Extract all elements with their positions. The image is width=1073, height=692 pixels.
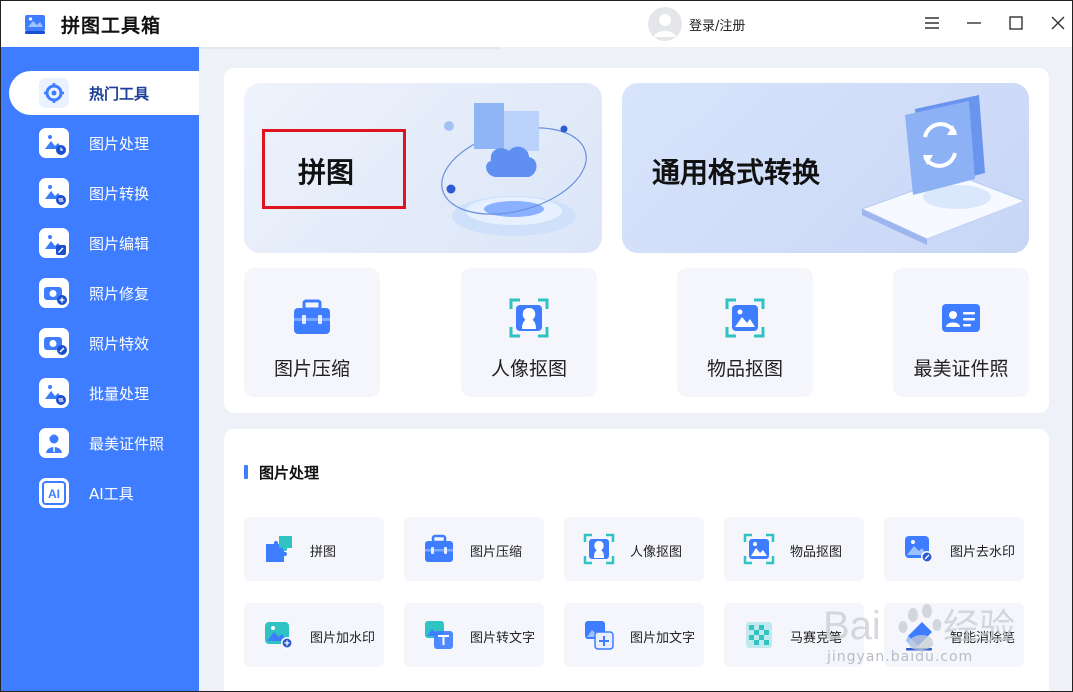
puzzle-3d-icon	[441, 103, 587, 236]
tool-card-object-cutout[interactable]: 物品抠图	[677, 268, 813, 397]
format-convert-3d-icon	[860, 95, 1027, 245]
tool-remove-watermark[interactable]: 图片去水印	[884, 517, 1024, 581]
tool-label: 图片转文字	[470, 631, 536, 646]
tool-image-to-text[interactable]: 图片转文字	[404, 603, 544, 667]
tool-image-compress[interactable]: 图片压缩	[404, 517, 544, 581]
hero-card-format-convert[interactable]: 通用格式转换	[622, 83, 1029, 253]
tool-label: 图片加水印	[310, 631, 376, 646]
camera-magic-icon	[39, 328, 69, 358]
image-convert-icon	[39, 178, 69, 208]
svg-text:AI: AI	[48, 487, 60, 501]
puzzle-icon	[266, 536, 292, 562]
object-cutout-icon	[725, 298, 765, 338]
sidebar-item-ai-tools[interactable]: AI AI工具	[9, 471, 199, 515]
user-icon	[654, 14, 676, 37]
sidebar-item-image-processing[interactable]: 图片处理	[9, 121, 199, 165]
content-divider	[201, 47, 501, 49]
tool-image-add-text[interactable]: 图片加文字	[564, 603, 704, 667]
watermark-url: jingyan.baidu.com	[827, 649, 974, 665]
image-clock-icon	[39, 128, 69, 158]
tool-label: 智能消除笔	[950, 631, 1016, 646]
tool-card-label: 图片压缩	[273, 358, 350, 380]
toolbox-icon	[425, 534, 453, 562]
camera-plus-icon	[39, 278, 69, 308]
tool-label: 图片加文字	[630, 631, 696, 646]
sidebar-item-label: 批量处理	[89, 385, 150, 403]
app-window: 拼图工具箱 登录/注册 热门工具 图片处理 图片转换 图片编辑 照片修复 照片特…	[0, 0, 1073, 692]
tool-label: 图片去水印	[950, 545, 1016, 560]
tool-label: 马赛克笔	[790, 631, 843, 646]
image-batch-icon	[39, 378, 69, 408]
sidebar-item-label: AI工具	[89, 485, 134, 503]
maximize-icon[interactable]	[1006, 13, 1026, 33]
sidebar-item-id-photo[interactable]: 最美证件照	[9, 421, 199, 465]
tool-card-portrait-cutout[interactable]: 人像抠图	[461, 268, 597, 397]
section-title: 图片处理	[259, 464, 320, 482]
toolbox-icon	[294, 299, 330, 334]
id-person-icon	[39, 428, 69, 458]
image-add-text-icon	[585, 621, 614, 650]
hero-format-label: 通用格式转换	[652, 156, 821, 189]
sidebar-item-label: 照片修复	[89, 285, 150, 303]
portrait-cutout-icon	[583, 533, 615, 565]
sidebar: 热门工具 图片处理 图片转换 图片编辑 照片修复 照片特效 批量处理 最美证件照…	[1, 47, 199, 691]
sidebar-item-label: 图片编辑	[89, 235, 150, 253]
tool-object-cutout[interactable]: 物品抠图	[724, 517, 864, 581]
sidebar-item-image-convert[interactable]: 图片转换	[9, 171, 199, 215]
tool-card-image-compress[interactable]: 图片压缩	[244, 268, 380, 397]
mosaic-icon	[746, 622, 772, 648]
close-icon[interactable]	[1048, 13, 1068, 33]
smart-eraser-icon	[906, 622, 932, 651]
tool-card-label: 人像抠图	[490, 358, 567, 380]
sidebar-item-hot-tools[interactable]: 热门工具	[9, 71, 199, 115]
image-watermark-add-icon	[265, 622, 293, 649]
image-edit-icon	[39, 228, 69, 258]
sidebar-item-photo-effects[interactable]: 照片特效	[9, 321, 199, 365]
sidebar-item-label: 图片转换	[89, 185, 150, 203]
tool-label: 人像抠图	[630, 545, 683, 560]
tool-label: 图片压缩	[470, 545, 523, 560]
sidebar-item-label: 热门工具	[89, 85, 150, 103]
tool-add-watermark[interactable]: 图片加水印	[244, 603, 384, 667]
tool-card-label: 最美证件照	[913, 358, 1009, 380]
app-title: 拼图工具箱	[61, 15, 162, 37]
tool-label: 拼图	[310, 545, 337, 560]
title-bar: 拼图工具箱 登录/注册	[1, 1, 1072, 47]
tool-card-id-photo[interactable]: 最美证件照	[893, 268, 1029, 397]
highlight-box	[262, 129, 406, 209]
sidebar-item-image-edit[interactable]: 图片编辑	[9, 221, 199, 265]
sidebar-item-label: 图片处理	[89, 135, 150, 153]
tool-label: 物品抠图	[790, 545, 843, 560]
portrait-cutout-icon	[509, 298, 549, 338]
tool-puzzle[interactable]: 拼图	[244, 517, 384, 581]
app-logo-icon	[25, 15, 45, 34]
sidebar-item-label: 照片特效	[89, 335, 150, 353]
menu-icon[interactable]	[922, 13, 942, 33]
tool-card-label: 物品抠图	[706, 358, 783, 380]
avatar[interactable]	[648, 7, 682, 41]
sidebar-item-batch[interactable]: 批量处理	[9, 371, 199, 415]
image-watermark-remove-icon	[905, 536, 933, 563]
sidebar-item-photo-repair[interactable]: 照片修复	[9, 271, 199, 315]
id-card-icon	[942, 304, 980, 332]
gear-tools-icon	[39, 78, 69, 108]
sidebar-item-label: 最美证件照	[89, 435, 165, 453]
minimize-icon[interactable]	[964, 13, 984, 33]
ai-icon: AI	[39, 478, 69, 508]
section-accent-bar	[244, 465, 248, 479]
object-cutout-icon	[743, 533, 775, 565]
tool-portrait-cutout[interactable]: 人像抠图	[564, 517, 704, 581]
image-to-text-icon	[425, 621, 453, 649]
login-link[interactable]: 登录/注册	[689, 15, 745, 34]
